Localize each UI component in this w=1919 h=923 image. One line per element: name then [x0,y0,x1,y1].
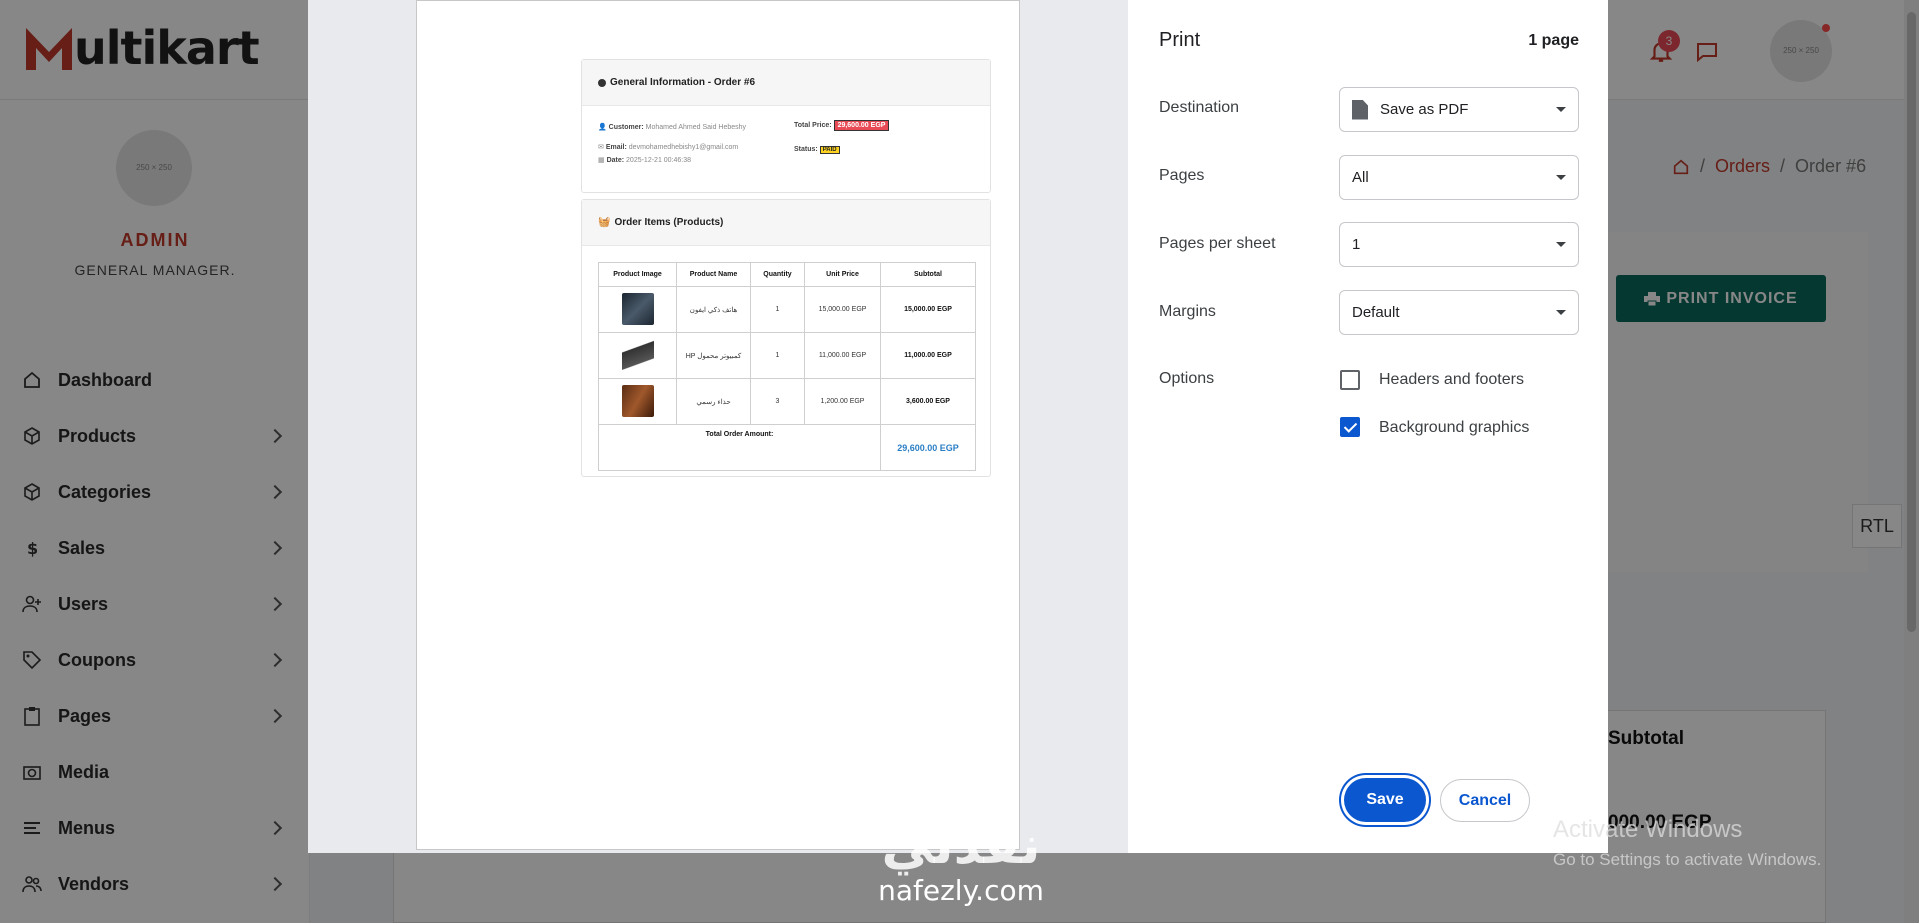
total-label: Total Order Amount: [598,424,881,471]
chevron-down-icon [1556,175,1566,180]
chevron-down-icon [1556,310,1566,315]
quantity-cell: 1 [750,332,805,379]
order-items-card: 🧺 Order Items (Products) Product Image Pr… [581,199,991,477]
background-graphics-label[interactable]: Background graphics [1379,419,1529,437]
print-settings-pane: Print 1 page Destination Save as PDF Pag… [1128,0,1608,853]
total-price-badge: 29,600.00 EGP [833,120,890,131]
preview-items-table: Product Image Product Name Quantity Unit… [598,262,976,471]
print-preview-pane[interactable]: General Information - Order #6 👤 Custome… [308,0,1128,853]
watermark-latin: nafezly.com [878,874,1044,907]
chevron-down-icon [1556,107,1566,112]
subtotal-cell: 15,000.00 EGP [880,286,976,333]
destination-select[interactable]: Save as PDF [1339,87,1579,132]
page-count: 1 page [1528,32,1579,49]
status-badge: PAID [819,146,840,154]
total-value: 29,600.00 EGP [880,424,976,471]
unit-price-cell: 1,200.00 EGP [804,378,881,425]
windows-activation-subtitle: Go to Settings to activate Windows. [1553,850,1822,869]
pages-label: Pages [1159,167,1205,184]
column-header: Product Name [676,262,751,287]
date-value: 2025-12-21 00:46:38 [626,157,692,164]
date-line: ▦ Date: 2025-12-21 00:46:38 [598,157,692,164]
column-header: Quantity [750,262,805,287]
margins-select[interactable]: Default [1339,290,1579,335]
pdf-file-icon [1352,99,1368,120]
destination-label: Destination [1159,99,1240,116]
preview-page: General Information - Order #6 👤 Custome… [416,0,1020,850]
save-button[interactable]: Save [1344,778,1426,822]
product-image [621,384,654,417]
product-name-cell: HP كمبيوتر محمول [676,332,751,379]
status-label: Status: [794,146,818,153]
background-graphics-checkbox[interactable] [1340,417,1360,437]
pages-per-sheet-select[interactable]: 1 [1339,222,1579,267]
table-row: حذاء رسمي 3 1,200.00 EGP 3,600.00 EGP [598,378,976,425]
product-image [621,338,654,371]
status-line: Status: PAID [794,146,840,154]
pages-per-sheet-label: Pages per sheet [1159,235,1276,252]
info-icon [598,78,606,87]
print-title: Print [1159,29,1201,51]
customer-label: Customer: [608,124,644,131]
destination-value: Save as PDF [1380,101,1469,118]
product-image [621,292,654,325]
total-price-line: Total Price: 29,600.00 EGP [794,120,890,131]
total-row: Total Order Amount: 29,600.00 EGP [598,424,976,471]
subtotal-cell: 11,000.00 EGP [880,332,976,379]
margins-value: Default [1352,304,1400,321]
product-name-cell: حذاء رسمي [676,378,751,425]
quantity-cell: 1 [750,286,805,333]
customer-line: 👤 Customer: Mohamed Ahmed Said Hebeshy [598,124,747,131]
pages-value: All [1352,169,1369,186]
column-header: Subtotal [880,262,976,287]
product-image-cell [598,286,677,333]
email-value: devmohamedhebishy1@gmail.com [628,144,739,151]
unit-price-cell: 15,000.00 EGP [804,286,881,333]
margins-label: Margins [1159,303,1216,320]
general-info-title: General Information - Order #6 [582,60,990,106]
basket-icon: 🧺 [598,217,611,228]
product-name-cell: هاتف ذكي ايفون [676,286,751,333]
windows-activation-title: Activate Windows [1553,816,1743,843]
general-info-body: 👤 Customer: Mohamed Ahmed Said Hebeshy ✉… [582,106,990,190]
table-header-row: Product Image Product Name Quantity Unit… [598,262,976,287]
product-image-cell [598,378,677,425]
product-image-cell [598,332,677,379]
general-info-card: General Information - Order #6 👤 Custome… [581,59,991,193]
email-label: Email: [605,144,627,151]
table-row: HP كمبيوتر محمول 1 11,000.00 EGP 11,000.… [598,332,976,379]
unit-price-cell: 11,000.00 EGP [804,332,881,379]
total-price-label: Total Price: [794,122,832,129]
headers-footers-label[interactable]: Headers and footers [1379,371,1524,389]
general-info-title-text: General Information - Order #6 [610,77,756,88]
site-watermark: نفذلي nafezly.com [856,818,1066,923]
watermark-arabic: نفذلي [881,816,1041,876]
order-items-title: 🧺 Order Items (Products) [582,200,990,246]
column-header: Unit Price [804,262,881,287]
cancel-button[interactable]: Cancel [1440,779,1530,822]
customer-value: Mohamed Ahmed Said Hebeshy [645,124,747,131]
quantity-cell: 3 [750,378,805,425]
date-label: Date: [606,157,625,164]
table-row: هاتف ذكي ايفون 1 15,000.00 EGP 15,000.00… [598,286,976,333]
order-items-title-text: Order Items (Products) [614,217,724,228]
column-header: Product Image [598,262,677,287]
subtotal-cell: 3,600.00 EGP [880,378,976,425]
headers-footers-checkbox[interactable] [1340,370,1360,390]
chevron-down-icon [1556,242,1566,247]
pages-select[interactable]: All [1339,155,1579,200]
pages-per-sheet-value: 1 [1352,236,1361,253]
options-label: Options [1159,370,1215,387]
email-line: ✉ Email: devmohamedhebishy1@gmail.com [598,144,739,151]
print-dialog: General Information - Order #6 👤 Custome… [308,0,1608,853]
